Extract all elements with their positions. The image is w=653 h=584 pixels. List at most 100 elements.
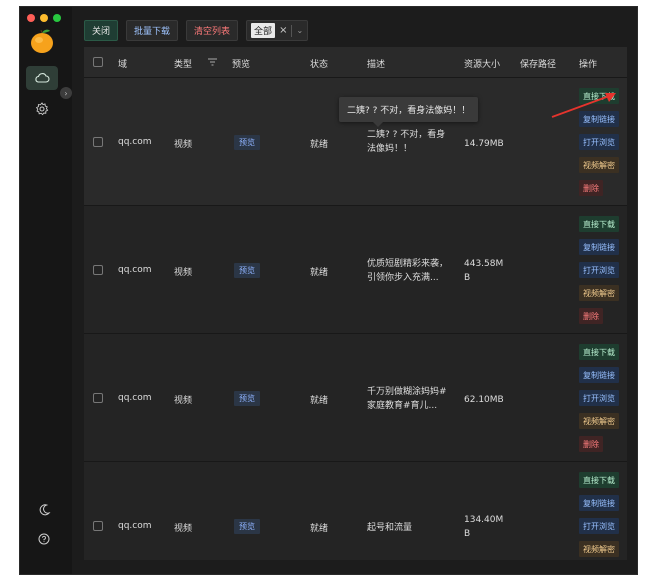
delete-button[interactable]: 删除 <box>579 436 603 452</box>
column-description: 描述 <box>367 60 386 70</box>
row-description: 千万别做糊涂妈妈# 家庭教育#育儿... <box>367 385 453 413</box>
maximize-window-button[interactable] <box>53 14 61 22</box>
open-browser-button[interactable]: 打开浏览 <box>579 262 619 278</box>
row-description: 优质短剧精彩来袭， 引领你步入充满... <box>367 257 453 285</box>
row-checkbox[interactable] <box>93 521 103 531</box>
description-line: 二姨? ? 不对，看身 <box>367 130 446 140</box>
row-description: 起号和流量 <box>367 521 453 535</box>
row-checkbox[interactable] <box>93 393 103 403</box>
close-window-button[interactable] <box>27 14 35 22</box>
row-domain: qq.com <box>118 521 152 531</box>
sidebar: › <box>20 7 72 574</box>
size-line: 443.58M <box>464 259 504 269</box>
preview-button[interactable]: 预览 <box>234 519 260 534</box>
size-line: B <box>464 273 471 283</box>
row-status: 就绪 <box>310 140 329 150</box>
row-status: 就绪 <box>310 268 329 278</box>
row-size: 62.10MB <box>464 393 514 407</box>
column-size: 资源大小 <box>464 60 501 70</box>
open-browser-button[interactable]: 打开浏览 <box>579 390 619 406</box>
row-domain: qq.com <box>118 393 152 403</box>
description-line: 优质短剧精彩来袭， <box>367 259 449 269</box>
row-checkbox[interactable] <box>93 265 103 275</box>
row-checkbox[interactable] <box>93 137 103 147</box>
type-filter-select[interactable]: 全部 × ⌄ <box>246 20 309 41</box>
minimize-window-button[interactable] <box>40 14 48 22</box>
app-logo <box>31 29 53 53</box>
table-row: qq.com 视频 预览 就绪 千万别做糊涂妈妈# 家庭教育#育儿... 62.… <box>84 333 627 461</box>
filter-selected-tag: 全部 <box>251 23 276 38</box>
batch-download-button[interactable]: 批量下载 <box>126 20 179 41</box>
toolbar: 关闭 批量下载 清空列表 全部 × ⌄ <box>84 20 309 41</box>
size-line: B <box>464 529 471 539</box>
row-size: 134.40M B <box>464 513 514 541</box>
resource-table: 域 类型 预览 状态 描述 资源大小 保存路径 操作 qq.com 视频 预览 … <box>84 47 627 560</box>
table-row: qq.com 视频 预览 就绪 优质短剧精彩来袭， 引领你步入充满... 443… <box>84 205 627 333</box>
size-line: 134.40M <box>464 515 504 525</box>
theme-toggle-button[interactable] <box>28 498 60 522</box>
chevron-down-icon[interactable]: ⌄ <box>296 26 303 35</box>
direct-download-button[interactable]: 直接下载 <box>579 472 619 488</box>
window-controls <box>27 14 61 22</box>
video-decrypt-button[interactable]: 视频解密 <box>579 157 619 173</box>
sidebar-item-resources[interactable] <box>26 66 58 90</box>
row-status: 就绪 <box>310 524 329 534</box>
column-domain: 域 <box>118 60 128 70</box>
row-description: 二姨? ? 不对，看身 法像妈！！ <box>367 128 453 156</box>
row-actions: 直接下载 复制链接 打开浏览 视频解密 <box>579 472 619 557</box>
delete-button[interactable]: 删除 <box>579 308 603 324</box>
open-browser-button[interactable]: 打开浏览 <box>579 134 619 150</box>
row-actions: 直接下载 复制链接 打开浏览 视频解密 删除 <box>579 344 619 452</box>
copy-link-button[interactable]: 复制链接 <box>579 239 619 255</box>
table-header: 域 类型 预览 状态 描述 资源大小 保存路径 操作 <box>84 47 627 77</box>
close-icon[interactable]: × <box>279 25 287 36</box>
direct-download-button[interactable]: 直接下载 <box>579 344 619 360</box>
description-line: 起号和流量 <box>367 523 413 533</box>
description-line: 千万别做糊涂妈妈# <box>367 387 447 397</box>
annotation-arrow <box>551 93 616 118</box>
filter-icon[interactable] <box>208 58 217 66</box>
row-type: 视频 <box>174 268 193 278</box>
row-actions: 直接下载 复制链接 打开浏览 视频解密 删除 <box>579 216 619 324</box>
row-type: 视频 <box>174 524 193 534</box>
column-type: 类型 <box>174 60 193 70</box>
row-type: 视频 <box>174 396 193 406</box>
help-icon <box>38 533 50 545</box>
copy-link-button[interactable]: 复制链接 <box>579 495 619 511</box>
gear-icon <box>35 102 49 116</box>
column-save-path: 保存路径 <box>520 60 557 70</box>
description-tooltip: 二姨? ? 不对，看身法像妈！！ <box>339 97 479 127</box>
row-domain: qq.com <box>118 137 152 147</box>
cloud-icon <box>35 73 50 83</box>
description-line: 法像妈！！ <box>367 144 413 154</box>
column-actions: 操作 <box>579 60 598 70</box>
row-domain: qq.com <box>118 265 152 275</box>
chevron-right-icon[interactable]: › <box>60 87 72 99</box>
row-size: 443.58M B <box>464 257 514 285</box>
row-size: 14.79MB <box>464 137 514 151</box>
filter-divider <box>291 24 293 37</box>
preview-button[interactable]: 预览 <box>234 263 260 278</box>
help-button[interactable] <box>28 527 60 551</box>
video-decrypt-button[interactable]: 视频解密 <box>579 541 619 557</box>
delete-button[interactable]: 删除 <box>579 180 603 196</box>
row-type: 视频 <box>174 140 193 150</box>
app-window: › 关闭 批量下载 清空列表 全部 × ⌄ 域 类型 预览 状态 描述 资源大小… <box>19 6 638 575</box>
size-line: 62.10MB <box>464 395 504 405</box>
select-all-checkbox[interactable] <box>93 57 103 67</box>
preview-button[interactable]: 预览 <box>234 135 260 150</box>
video-decrypt-button[interactable]: 视频解密 <box>579 413 619 429</box>
direct-download-button[interactable]: 直接下载 <box>579 216 619 232</box>
clear-list-button[interactable]: 清空列表 <box>186 20 239 41</box>
sidebar-item-settings[interactable] <box>26 97 58 121</box>
row-status: 就绪 <box>310 396 329 406</box>
table-row: qq.com 视频 预览 就绪 起号和流量 134.40M B 直接下载 复制链… <box>84 461 627 560</box>
close-button[interactable]: 关闭 <box>84 20 119 41</box>
size-line: 14.79MB <box>464 139 504 149</box>
video-decrypt-button[interactable]: 视频解密 <box>579 285 619 301</box>
preview-button[interactable]: 预览 <box>234 391 260 406</box>
open-browser-button[interactable]: 打开浏览 <box>579 518 619 534</box>
copy-link-button[interactable]: 复制链接 <box>579 367 619 383</box>
moon-icon <box>39 504 51 516</box>
column-preview: 预览 <box>232 60 251 70</box>
